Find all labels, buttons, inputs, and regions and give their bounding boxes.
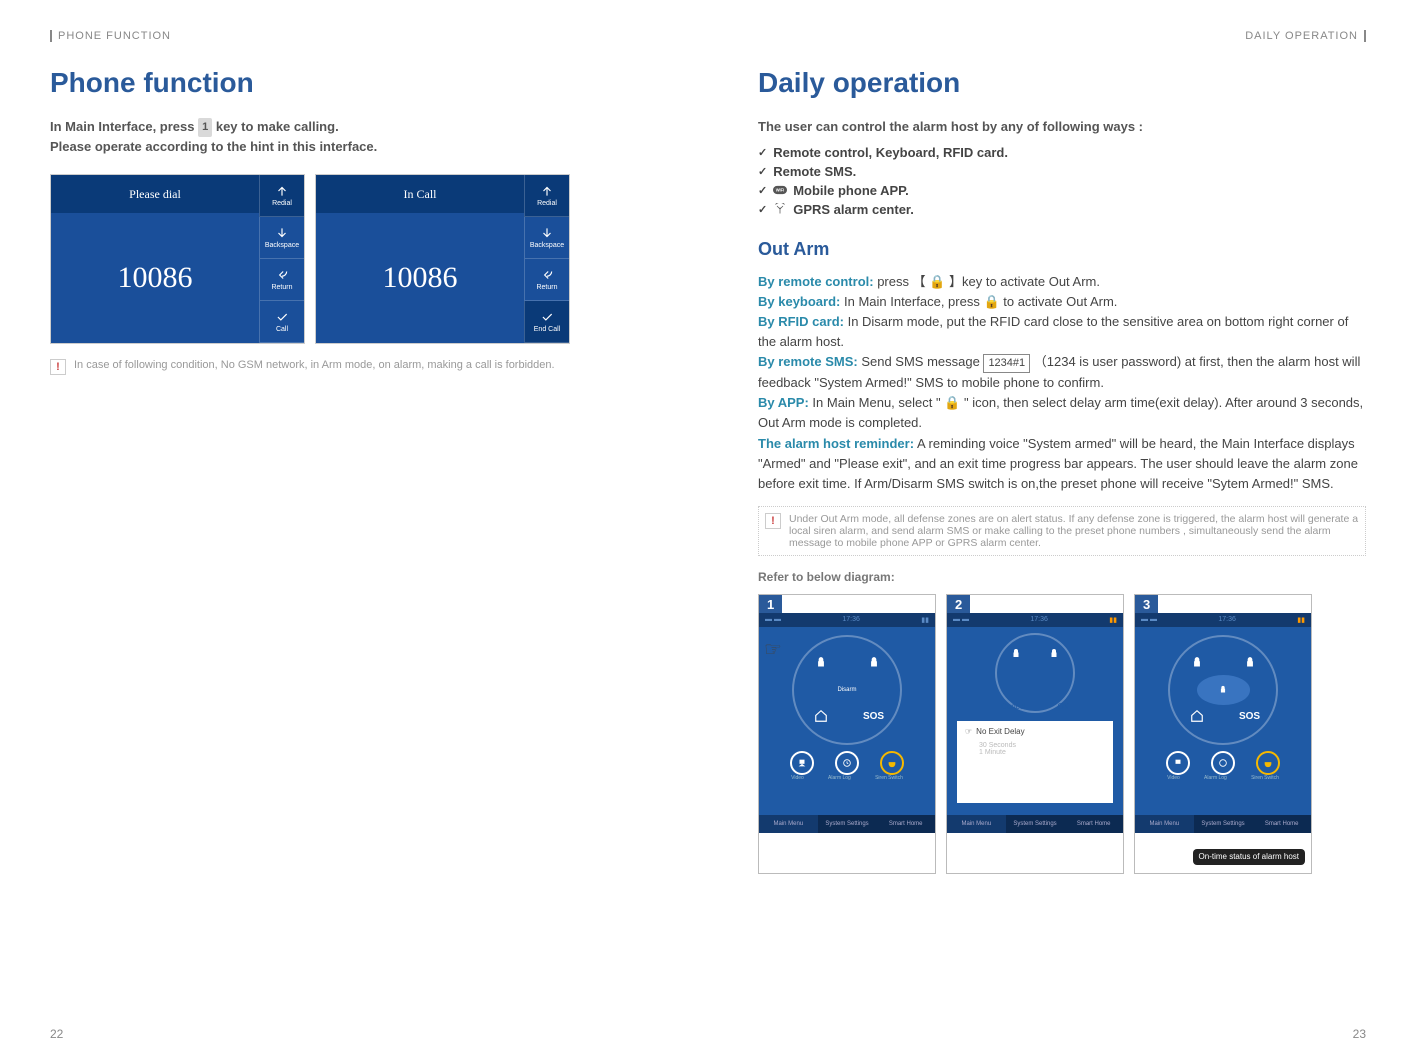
way-1: Remote control, Keyboard, RFID card. xyxy=(758,143,1366,162)
right-page: DAILY OPERATION Daily operation The user… xyxy=(708,0,1416,1061)
diagram-2: 2 ▬ ▬17:36▮▮ Cancel OK ☞No Exit Delay 30… xyxy=(946,594,1124,874)
backspace-button[interactable]: Backspace xyxy=(259,217,304,259)
method-keyboard: By keyboard: xyxy=(758,294,840,309)
way-3: WiFi Mobile phone APP. xyxy=(758,181,1366,200)
call-button[interactable]: Call xyxy=(259,301,304,343)
left-page: PHONE FUNCTION Phone function In Main In… xyxy=(0,0,708,1061)
note-icon-2: ! xyxy=(765,513,781,529)
left-header: PHONE FUNCTION xyxy=(50,30,658,42)
dial-number: 10086 xyxy=(51,213,259,343)
way-4: GPRS alarm center. xyxy=(758,200,1366,219)
right-header: DAILY OPERATION xyxy=(758,30,1366,42)
diagram-1-num: 1 xyxy=(759,595,782,614)
left-title: Phone function xyxy=(50,67,658,99)
antenna-icon xyxy=(773,203,787,215)
redial-button-2[interactable]: Redial xyxy=(524,175,569,217)
way-2: Remote SMS. xyxy=(758,162,1366,181)
exit-delay-modal: ☞No Exit Delay 30 Seconds 1 Minute xyxy=(957,721,1113,803)
incall-number: 10086 xyxy=(316,213,524,343)
return-button-2[interactable]: Return xyxy=(524,259,569,301)
status-callout: On-time status of alarm host xyxy=(1193,849,1305,865)
tab-sys[interactable]: System Settings xyxy=(818,815,877,833)
phone-screen-incall: In Call 10086 Redial Backspace Return En… xyxy=(315,174,570,344)
method-app: By APP: xyxy=(758,395,809,410)
out-arm-heading: Out Arm xyxy=(758,239,1366,260)
diagrams: 1 ▬ ▬17:36▮▮ ☞ SOS Disarm VideoAla xyxy=(758,594,1366,874)
method-reminder: The alarm host reminder: xyxy=(758,436,914,451)
left-intro: In Main Interface, press 1 key to make c… xyxy=(50,117,658,156)
hand-icon: ☞ xyxy=(764,637,782,662)
method-remote: By remote control: xyxy=(758,274,874,289)
sms-code: 1234#1 xyxy=(983,354,1030,373)
tab-main-3[interactable]: Main Menu xyxy=(1135,815,1194,833)
tab-main-2[interactable]: Main Menu xyxy=(947,815,1006,833)
out-arm-body: By remote control: press 【 🔒 】key to act… xyxy=(758,272,1366,494)
diagram-1: 1 ▬ ▬17:36▮▮ ☞ SOS Disarm VideoAla xyxy=(758,594,936,874)
refer-label: Refer to below diagram: xyxy=(758,570,1366,584)
left-note: ! In case of following condition, No GSM… xyxy=(50,359,658,375)
ok-button[interactable]: OK xyxy=(1057,702,1069,711)
dial-header: Please dial xyxy=(51,175,259,213)
hand-icon-2: ☞ xyxy=(965,727,972,736)
diagram-3-num: 3 xyxy=(1135,595,1158,614)
method-sms: By remote SMS: xyxy=(758,354,858,369)
right-intro: The user can control the alarm host by a… xyxy=(758,117,1366,137)
diagram-2-num: 2 xyxy=(947,595,970,614)
phone-screen-dial: Please dial 10086 Redial Backspace Retur… xyxy=(50,174,305,344)
left-pagenum: 22 xyxy=(50,1027,63,1041)
incall-header: In Call xyxy=(316,175,524,213)
wifi-icon: WiFi xyxy=(773,184,787,196)
cancel-button[interactable]: Cancel xyxy=(1001,702,1026,711)
tab-smart-3[interactable]: Smart Home xyxy=(1252,815,1311,833)
right-title: Daily operation xyxy=(758,67,1366,99)
tab-smart-2[interactable]: Smart Home xyxy=(1064,815,1123,833)
diagram-3: 3 ▬ ▬17:36▮▮ SOS VideoAlarm LogSiren Swi… xyxy=(1134,594,1312,874)
method-rfid: By RFID card: xyxy=(758,314,844,329)
return-button[interactable]: Return xyxy=(259,259,304,301)
backspace-button-2[interactable]: Backspace xyxy=(524,217,569,259)
tab-sys-2[interactable]: System Settings xyxy=(1006,815,1065,833)
endcall-button[interactable]: End Call xyxy=(524,301,569,343)
redial-button[interactable]: Redial xyxy=(259,175,304,217)
key-1-icon: 1 xyxy=(198,118,212,137)
svg-text:WiFi: WiFi xyxy=(776,188,785,193)
tab-smart[interactable]: Smart Home xyxy=(876,815,935,833)
note-icon: ! xyxy=(50,359,66,375)
phone-screens: Please dial 10086 Redial Backspace Retur… xyxy=(50,174,658,344)
tab-main[interactable]: Main Menu xyxy=(759,815,818,833)
right-note: ! Under Out Arm mode, all defense zones … xyxy=(758,506,1366,556)
tab-sys-3[interactable]: System Settings xyxy=(1194,815,1253,833)
right-pagenum: 23 xyxy=(1353,1027,1366,1041)
ways-list: Remote control, Keyboard, RFID card. Rem… xyxy=(758,143,1366,219)
